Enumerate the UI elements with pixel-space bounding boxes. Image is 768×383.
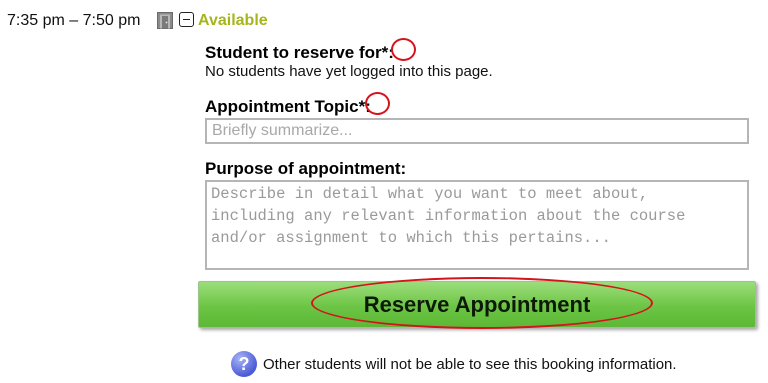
- topic-label: Appointment Topic*:: [205, 96, 371, 117]
- topic-input[interactable]: [205, 118, 749, 144]
- reserve-appointment-button[interactable]: Reserve Appointment: [198, 281, 756, 328]
- topic-label-text: Appointment Topic: [205, 97, 359, 116]
- status-label: Available: [198, 12, 268, 29]
- annotation-circle-topic: [365, 92, 390, 115]
- student-label: Student to reserve for*:: [205, 42, 394, 63]
- time-range: 7:35 pm – 7:50 pm: [7, 12, 141, 29]
- annotation-circle-student: [391, 38, 416, 61]
- question-icon: ?: [231, 351, 257, 377]
- door-icon[interactable]: [157, 12, 173, 29]
- info-text: Other students will not be able to see t…: [263, 356, 677, 373]
- purpose-textarea[interactable]: [205, 180, 749, 270]
- collapse-icon[interactable]: [179, 12, 194, 27]
- purpose-label: Purpose of appointment:: [205, 159, 407, 178]
- student-label-text: Student to reserve for: [205, 43, 382, 62]
- student-note: No students have yet logged into this pa…: [205, 63, 493, 80]
